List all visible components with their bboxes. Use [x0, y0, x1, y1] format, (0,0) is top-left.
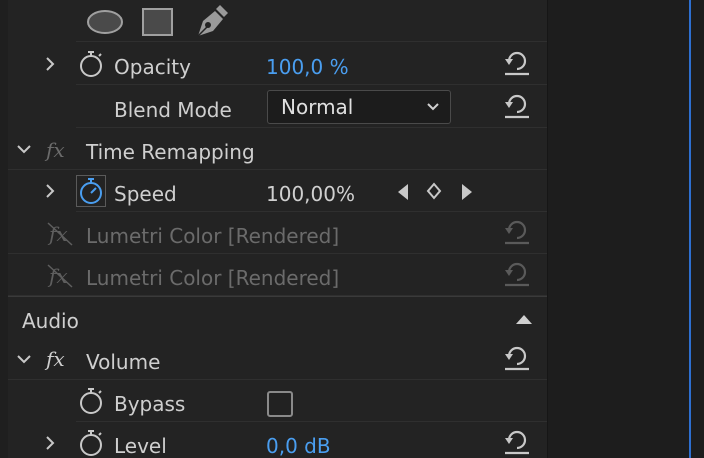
chevron-right-icon[interactable]	[40, 181, 60, 201]
keyframe-timeline-area[interactable]	[547, 0, 704, 458]
fx-disabled-icon[interactable]: fx	[46, 221, 74, 247]
chevron-down-icon	[426, 100, 440, 114]
playhead-line[interactable]	[689, 0, 691, 458]
keyframe-add-icon[interactable]	[426, 182, 442, 200]
audio-section-label: Audio	[22, 309, 79, 333]
level-row: Level 0,0 dB	[46, 422, 547, 458]
time-remapping-label: Time Remapping	[86, 140, 255, 164]
reset-icon[interactable]	[503, 92, 531, 120]
chevron-down-icon[interactable]	[14, 349, 34, 369]
stopwatch-icon[interactable]	[76, 175, 106, 207]
opacity-label: Opacity	[114, 55, 191, 79]
ellipse-mask-icon[interactable]	[86, 9, 124, 35]
reset-icon[interactable]	[503, 344, 531, 372]
fx-disabled-icon[interactable]: fx	[46, 263, 74, 289]
lumetri-color-label: Lumetri Color [Rendered]	[86, 266, 340, 290]
panel-left-edge	[0, 0, 8, 458]
fx-icon[interactable]: fx	[46, 138, 65, 162]
effect-controls-panel: Opacity 100,0 % Blend Mode Normal fx Tim…	[0, 0, 547, 458]
bypass-checkbox[interactable]	[267, 391, 293, 417]
volume-label: Volume	[86, 350, 161, 374]
fx-icon[interactable]: fx	[46, 347, 65, 371]
opacity-row: Opacity 100,0 %	[46, 43, 547, 85]
reset-icon[interactable]	[503, 49, 531, 77]
lumetri-color-row: fx Lumetri Color [Rendered]	[8, 254, 547, 296]
reset-icon[interactable]	[503, 218, 531, 246]
rectangle-mask-icon[interactable]	[142, 8, 174, 36]
chevron-right-icon[interactable]	[40, 54, 60, 74]
mask-tools-row	[76, 0, 547, 42]
chevron-down-icon[interactable]	[14, 139, 34, 159]
blend-mode-label: Blend Mode	[114, 98, 232, 122]
pen-mask-icon[interactable]	[194, 5, 228, 39]
bypass-row: Bypass	[76, 380, 547, 422]
stopwatch-icon[interactable]	[78, 429, 104, 457]
level-label: Level	[114, 434, 167, 458]
reset-icon[interactable]	[503, 428, 531, 456]
collapse-up-icon[interactable]	[514, 313, 534, 325]
bypass-label: Bypass	[114, 392, 186, 416]
keyframe-next-icon[interactable]	[460, 183, 474, 201]
blend-mode-dropdown[interactable]: Normal	[267, 90, 451, 124]
lumetri-color-label: Lumetri Color [Rendered]	[86, 224, 340, 248]
stopwatch-icon[interactable]	[78, 387, 104, 415]
audio-section-header[interactable]: Audio	[8, 296, 547, 338]
chevron-right-icon[interactable]	[40, 433, 60, 453]
reset-icon[interactable]	[503, 260, 531, 288]
stopwatch-icon[interactable]	[78, 50, 104, 78]
lumetri-color-row: fx Lumetri Color [Rendered]	[8, 212, 547, 254]
speed-row: Speed 100,00%	[46, 170, 547, 212]
blend-mode-value: Normal	[281, 95, 354, 119]
speed-value[interactable]: 100,00%	[266, 182, 355, 206]
time-remapping-row: fx Time Remapping	[8, 128, 547, 170]
speed-label: Speed	[114, 182, 177, 206]
volume-row: fx Volume	[8, 338, 547, 380]
level-value[interactable]: 0,0 dB	[266, 434, 331, 458]
opacity-value[interactable]: 100,0 %	[266, 55, 349, 79]
keyframe-prev-icon[interactable]	[396, 183, 410, 201]
